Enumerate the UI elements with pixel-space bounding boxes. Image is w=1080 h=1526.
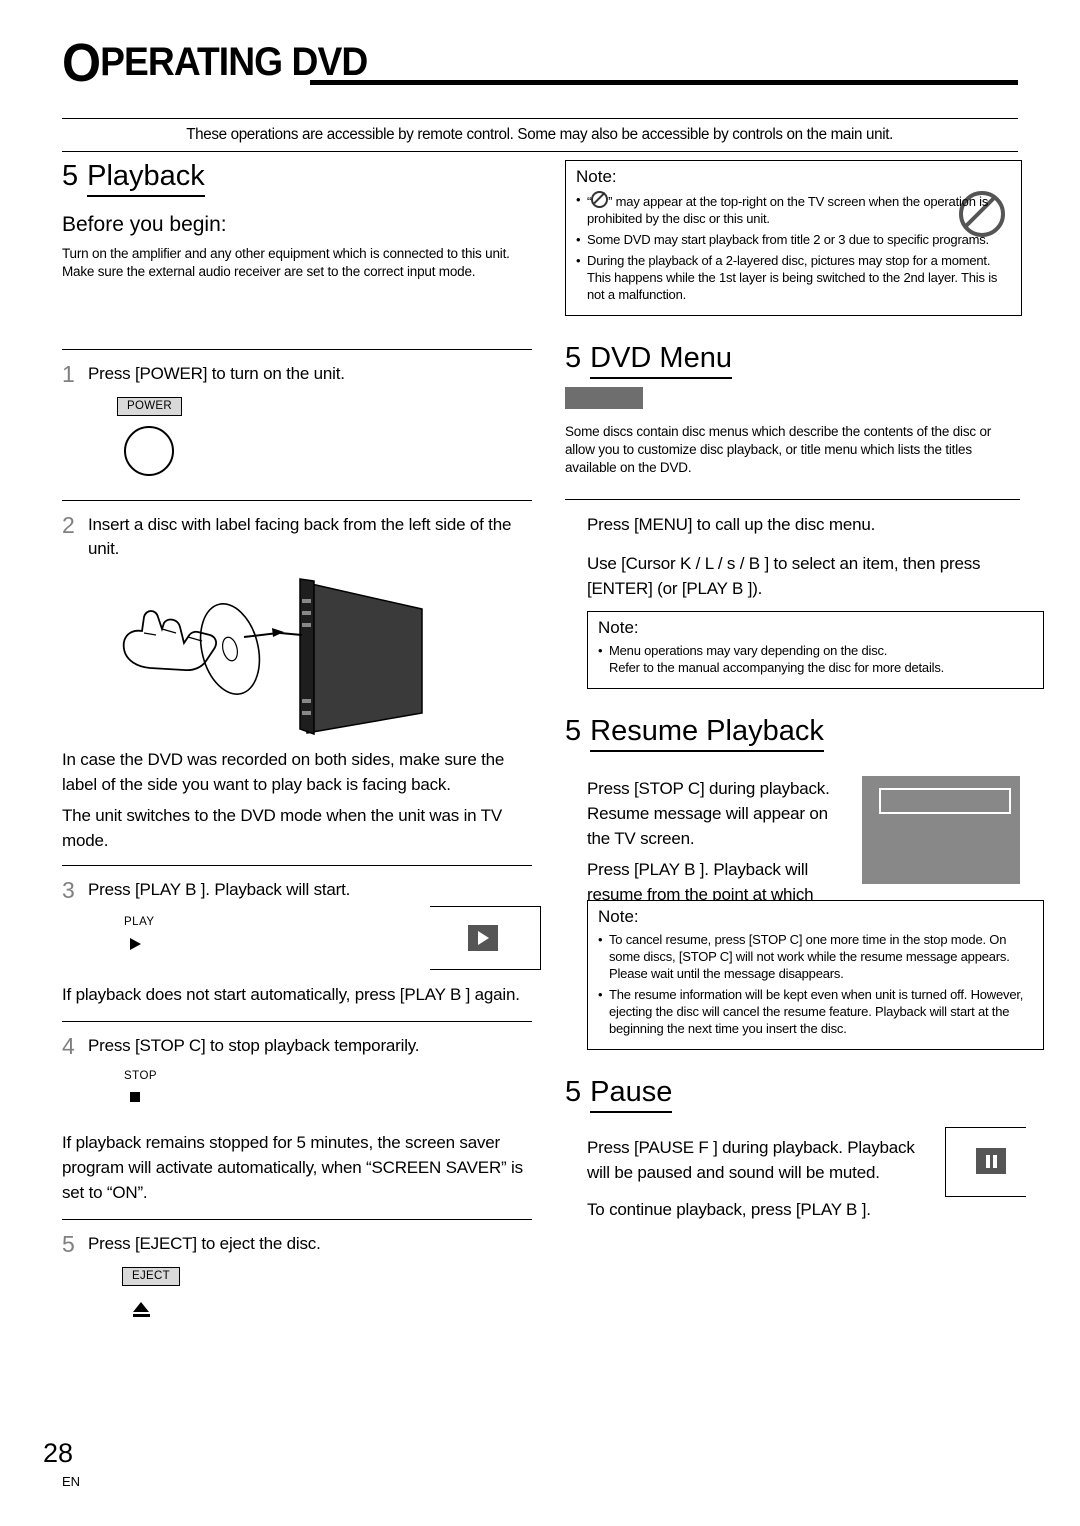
note-box-playback: Note: “” may appear at the top-right on … — [565, 160, 1022, 316]
section-playback-number: 5 — [62, 160, 79, 192]
before-you-begin-text: Turn on the amplifier and any other equi… — [62, 246, 510, 279]
step-5: 5 Press [EJECT] to eject the disc. — [62, 1232, 532, 1256]
pause-screen-icon — [976, 1148, 1006, 1174]
note-box-resume: Note: To cancel resume, press [STOP C] o… — [587, 900, 1044, 1050]
note-list-dvdmenu: Menu operations may vary depending on th… — [598, 642, 1033, 676]
step-2: 2 Insert a disc with label facing back f… — [62, 513, 532, 561]
resume-line-1: Press [STOP C] during playback. Resume m… — [587, 779, 830, 848]
note-item: The resume information will be kept even… — [598, 986, 1033, 1037]
step-3: 3 Press [PLAY B ]. Playback will start. — [62, 878, 532, 902]
banner-text: These operations are accessible by remot… — [186, 126, 894, 143]
step-3-number: 3 — [62, 877, 75, 903]
note-box-dvdmenu: Note: Menu operations may vary depending… — [587, 611, 1044, 689]
step-2-note-1: In case the DVD was recorded on both sid… — [62, 750, 505, 794]
disc-type-tab — [565, 387, 643, 409]
note-item: Refer to the manual accompanying the dis… — [609, 660, 945, 675]
eject-triangle-icon — [133, 1302, 149, 1312]
pause-line-2: To continue playback, press [PLAY B ]. — [587, 1200, 871, 1219]
note-title-resume: Note: — [598, 907, 639, 926]
section-playback-title: Playback — [87, 160, 205, 197]
section-resume-title: Resume Playback — [590, 715, 824, 752]
divider-3 — [62, 865, 532, 866]
stop-square-icon — [130, 1092, 140, 1102]
prohibited-inline-icon — [591, 191, 609, 208]
eject-keycap[interactable]: EJECT — [122, 1267, 180, 1286]
play-triangle-icon — [130, 938, 141, 950]
section-pause-title: Pause — [590, 1076, 673, 1113]
step-2-text: Insert a disc with label facing back fro… — [88, 515, 512, 558]
page-title: OPERATING DVD — [62, 36, 368, 90]
note-title-playback: Note: — [576, 167, 617, 186]
section-resume-heading: 5 Resume Playback — [565, 715, 1020, 752]
step-2-note-2: The unit switches to the DVD mode when t… — [62, 806, 502, 850]
banner: These operations are accessible by remot… — [62, 118, 1018, 152]
note-list-resume: To cancel resume, press [STOP C] one mor… — [598, 931, 1033, 1037]
divider-5 — [62, 1219, 532, 1220]
disc-insert-svg — [122, 578, 423, 736]
power-keycap[interactable]: POWER — [117, 397, 182, 416]
divider-4 — [62, 1021, 532, 1022]
pause-icon-callout-box — [945, 1127, 1026, 1197]
step-1-text: Press [POWER] to turn on the unit. — [88, 364, 345, 383]
section-playback-heading: 5 Playback — [62, 160, 532, 197]
section-pause-number: 5 — [565, 1076, 582, 1108]
left-column: 5 Playback Before you begin: Turn on the… — [62, 160, 541, 1317]
section-dvdmenu-heading: 5 DVD Menu — [565, 342, 1020, 379]
power-button-illustration[interactable] — [124, 426, 174, 476]
divider-6 — [565, 499, 1020, 500]
pause-line-1: Press [PAUSE F ] during playback. Playba… — [587, 1138, 915, 1182]
dvdmenu-line-1: Press [MENU] to call up the disc menu. — [587, 515, 876, 534]
dvdmenu-intro: Some discs contain disc menus which desc… — [565, 424, 992, 475]
right-column: Note: “” may appear at the top-right on … — [565, 160, 1044, 1228]
note-item: Menu operations may vary depending on th… — [598, 642, 1033, 659]
note-item: Some DVD may start playback from title 2… — [576, 231, 1011, 248]
note-item: To cancel resume, press [STOP C] one mor… — [598, 931, 1033, 982]
resume-message-box — [879, 788, 1012, 814]
section-resume-number: 5 — [565, 715, 582, 747]
section-dvdmenu-number: 5 — [565, 342, 582, 374]
step-4-note: If playback remains stopped for 5 minute… — [62, 1133, 523, 1202]
play-screen-icon — [468, 925, 498, 951]
dvdmenu-line-2: Use [Cursor K / L / s / B ] to select an… — [587, 554, 981, 598]
step-4-text: Press [STOP C] to stop playback temporar… — [88, 1036, 420, 1055]
step-1-number: 1 — [62, 361, 75, 387]
step-5-text: Press [EJECT] to eject the disc. — [88, 1234, 321, 1253]
page-number: 28 — [43, 1438, 74, 1468]
tv-screen-illustration — [862, 776, 1020, 884]
divider-2 — [62, 500, 532, 501]
note-list-playback: “” may appear at the top-right on the TV… — [576, 191, 1011, 303]
eject-bar-icon — [132, 1314, 150, 1317]
divider-1 — [62, 349, 532, 350]
manual-page: OPERATING DVD These operations are acces… — [0, 0, 1080, 1526]
step-1: 1 Press [POWER] to turn on the unit. — [62, 362, 532, 386]
note-title-dvdmenu: Note: — [598, 618, 639, 637]
stop-key-label: STOP — [124, 1070, 158, 1082]
note-item: During the playback of a 2-layered disc,… — [576, 252, 1011, 303]
section-pause-heading: 5 Pause — [565, 1076, 1020, 1113]
chapter-title-rest: PERATING DVD — [100, 40, 368, 84]
page-language: EN — [62, 1474, 81, 1489]
disc-insert-illustration — [102, 571, 432, 741]
step-3-note: If playback does not start automatically… — [62, 985, 520, 1004]
chapter-first-letter: O — [62, 33, 101, 93]
before-you-begin-heading: Before you begin: — [62, 213, 227, 236]
step-2-number: 2 — [62, 512, 75, 538]
play-key-label: PLAY — [124, 916, 155, 928]
title-rule — [310, 80, 1018, 85]
section-dvdmenu-title: DVD Menu — [590, 342, 732, 379]
play-icon-callout-box — [430, 906, 541, 970]
step-3-text: Press [PLAY B ]. Playback will start. — [88, 880, 351, 899]
note-item: “” may appear at the top-right on the TV… — [576, 191, 1011, 227]
step-4-number: 4 — [62, 1033, 75, 1059]
step-5-number: 5 — [62, 1231, 75, 1257]
step-4: 4 Press [STOP C] to stop playback tempor… — [62, 1034, 532, 1058]
